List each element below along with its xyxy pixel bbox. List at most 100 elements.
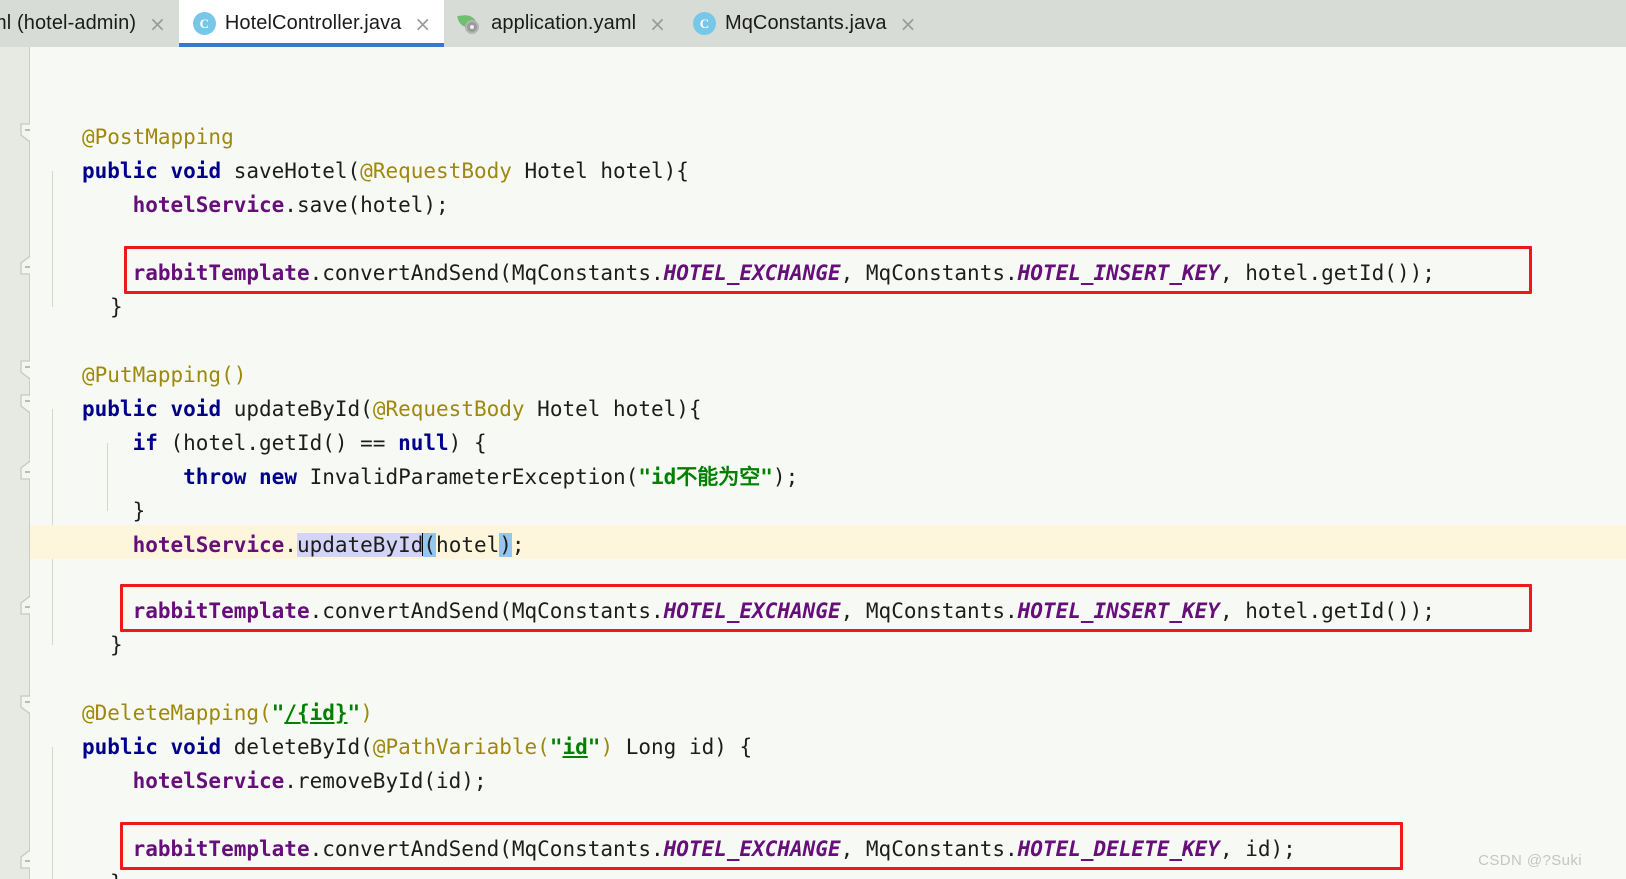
code-surface[interactable]: @PostMapping public void saveHotel(@Reque…	[30, 47, 1626, 879]
code-token: "	[549, 735, 563, 759]
line-send-insert-1[interactable]: rabbitTemplate.convertAndSend(MqConstant…	[82, 256, 1435, 290]
ide-editor-window: ml (hotel-admin) × C HotelController.java × a…	[0, 0, 1626, 879]
code-token: }	[82, 499, 146, 523]
code-token: , MqConstants.	[840, 837, 1018, 861]
line-close-update[interactable]: }	[110, 628, 123, 662]
code-token: hotelService	[132, 193, 285, 217]
line-delete-mapping[interactable]: @DeleteMapping("/{id}")	[82, 696, 373, 730]
code-token: );	[772, 465, 799, 489]
code-token: .convertAndSend(MqConstants.	[309, 837, 664, 861]
java-class-icon-letter: C	[699, 16, 710, 31]
line-put-mapping[interactable]: @PutMapping()	[82, 358, 246, 392]
code-token: , id);	[1219, 837, 1296, 861]
line-if-null[interactable]: if (hotel.getId() == null) {	[82, 426, 487, 460]
editor-tab-label: application.yaml	[491, 12, 637, 34]
editor-tab-3[interactable]: C MqConstants.java ×	[679, 0, 929, 47]
line-save-hotel-signature[interactable]: public void saveHotel(@RequestBody Hotel…	[82, 154, 689, 188]
line-send-insert-2[interactable]: rabbitTemplate.convertAndSend(MqConstant…	[82, 594, 1435, 628]
editor-tab-label: MqConstants.java	[724, 12, 887, 34]
code-token: "	[587, 735, 601, 759]
code-token: @PostMapping	[82, 125, 234, 149]
code-token: /{id}	[284, 701, 348, 725]
code-token: void	[170, 159, 222, 183]
line-remove-call[interactable]: hotelService.removeById(id);	[82, 764, 487, 798]
code-token: void	[170, 735, 222, 759]
line-close-if[interactable]: }	[82, 494, 146, 528]
code-token: hotelService	[132, 769, 285, 793]
line-update-signature[interactable]: public void updateById(@RequestBody Hote…	[82, 392, 702, 426]
code-token: Long id) {	[613, 735, 753, 759]
code-token: .convertAndSend(MqConstants.	[309, 261, 664, 285]
java-class-icon: C	[192, 12, 216, 35]
line-send-delete[interactable]: rabbitTemplate.convertAndSend(MqConstant…	[82, 832, 1296, 866]
code-token: id	[562, 735, 588, 759]
code-token: public	[82, 159, 158, 183]
code-token: }	[110, 295, 123, 319]
line-save-call[interactable]: hotelService.save(hotel);	[82, 188, 449, 222]
editor-tab-1[interactable]: C HotelController.java ×	[178, 0, 445, 47]
code-token: @DeleteMapping(	[82, 701, 272, 725]
code-token: hotel	[436, 533, 500, 557]
line-close-delete[interactable]: }	[110, 866, 123, 879]
code-token: @RequestBody	[372, 397, 525, 421]
close-icon[interactable]: ×	[149, 14, 166, 34]
editor-tab-label: ml (hotel-admin)	[0, 12, 137, 34]
code-token: Hotel hotel){	[524, 397, 702, 421]
code-token: "	[271, 701, 285, 725]
code-token: @PutMapping()	[82, 363, 247, 387]
watermark-text: CSDN @?Suki	[1478, 852, 1582, 869]
java-class-icon: C	[692, 12, 716, 35]
code-token: hotelService	[132, 533, 285, 557]
line-update-call[interactable]: hotelService.updateById(hotel);	[82, 528, 525, 562]
code-token: "	[347, 701, 361, 725]
code-token: void	[170, 397, 222, 421]
close-icon[interactable]: ×	[649, 14, 666, 34]
code-token: rabbitTemplate	[132, 837, 310, 861]
close-icon[interactable]: ×	[414, 14, 431, 34]
code-token: throw	[183, 465, 247, 489]
code-token: InvalidParameterException(	[296, 465, 639, 489]
editor-tab-label: HotelController.java	[224, 12, 402, 34]
code-token: deleteById(	[221, 735, 373, 759]
editor-gutter[interactable]	[0, 47, 39, 879]
code-token: (	[423, 533, 437, 557]
code-token: HOTEL_DELETE_KEY	[1017, 837, 1220, 861]
code-token: "id不能为空"	[638, 465, 773, 489]
code-token: if	[132, 431, 158, 455]
code-editor[interactable]: @PostMapping public void saveHotel(@Reque…	[0, 47, 1626, 879]
code-token: Hotel hotel){	[511, 159, 689, 183]
line-post-mapping[interactable]: @PostMapping	[82, 120, 234, 154]
line-delete-signature[interactable]: public void deleteById(@PathVariable("id…	[82, 730, 752, 764]
code-token: (hotel.getId() ==	[157, 431, 399, 455]
code-token: new	[259, 465, 297, 489]
editor-tab-bar: ml (hotel-admin) × C HotelController.java × a…	[0, 0, 1626, 47]
line-throw[interactable]: throw new InvalidParameterException("id不…	[82, 460, 798, 494]
code-token: , MqConstants.	[840, 261, 1018, 285]
java-class-icon-letter: C	[199, 16, 210, 31]
gear-icon	[465, 20, 480, 34]
code-token: public	[82, 735, 158, 759]
line-close-save[interactable]: }	[110, 290, 123, 324]
code-token: rabbitTemplate	[132, 261, 310, 285]
editor-tab-2[interactable]: application.yaml ×	[444, 0, 679, 47]
code-token: .save(hotel);	[284, 193, 449, 217]
editor-tab-0[interactable]: ml (hotel-admin) ×	[0, 0, 179, 47]
close-icon[interactable]: ×	[900, 14, 917, 34]
code-token: ) {	[448, 431, 487, 455]
code-token: rabbitTemplate	[132, 599, 310, 623]
code-token: .convertAndSend(MqConstants.	[309, 599, 664, 623]
code-token: .	[284, 533, 297, 557]
code-token: public	[82, 397, 158, 421]
code-token: .removeById(id);	[284, 769, 487, 793]
code-token: HOTEL_EXCHANGE	[663, 837, 841, 861]
